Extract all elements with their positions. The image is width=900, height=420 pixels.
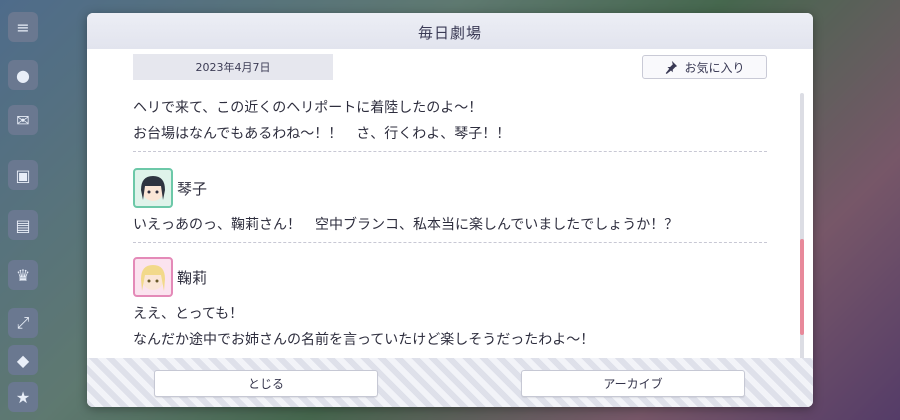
speaker-row: 鞠莉: [133, 257, 767, 297]
archive-button[interactable]: アーカイブ: [521, 370, 745, 397]
school-idol-icon: ★: [8, 382, 38, 412]
mail-icon: ✉: [8, 105, 38, 135]
dialog-header: 毎日劇場: [87, 13, 813, 49]
speaker-name: 鞠莉: [177, 268, 208, 287]
speaker-name: 琴子: [177, 179, 208, 198]
date-label: 2023年4月7日: [133, 54, 333, 80]
pin-icon: [666, 60, 678, 74]
dialogue-line: なんだか途中でお姉さんの名前を言っていたけど楽しそうだったわよ〜！: [133, 332, 595, 348]
favorite-button[interactable]: お気に入り: [642, 55, 767, 79]
dialogue-scroll-area[interactable]: ヘリで来て、この近くのヘリポートに着陸したのよ〜！ お台場はなんでもあるわね〜！…: [133, 85, 767, 367]
accessory-icon: ◆: [8, 345, 38, 375]
dialogue-line: ええ、とっても！: [133, 306, 244, 322]
background-right-panel: [800, 0, 900, 420]
scrollbar-thumb[interactable]: [800, 239, 804, 335]
speaker-row: 琴子: [133, 168, 767, 208]
dialogue-line: ヘリで来て、この近くのヘリポートに着陸したのよ〜！: [133, 100, 483, 116]
menu-icon: ≡: [8, 12, 38, 42]
expand-icon: ⤢: [8, 308, 38, 338]
chat-icon: ●: [8, 60, 38, 90]
trophy-icon: ♛: [8, 260, 38, 290]
scrollbar[interactable]: [800, 93, 804, 363]
close-button[interactable]: とじる: [154, 370, 378, 397]
character-portrait-icon: [141, 265, 165, 291]
background-left-menu: ≡ ● ✉ ▣ ▤ ♛ ⤢ ◆ ★: [0, 0, 48, 420]
dialogue-line: いえっあのっ、鞠莉さん！ 空中ブランコ、私本当に楽しんでいましたでしょうか！？: [133, 217, 679, 233]
gift-icon: ▣: [8, 160, 38, 190]
avatar: [133, 257, 173, 297]
character-portrait-icon: [141, 176, 165, 201]
daily-theater-dialog: 毎日劇場 2023年4月7日 お気に入り ヘリで来て、この近くのヘリポートに着陸…: [87, 13, 813, 407]
favorite-button-label: お気に入り: [684, 60, 745, 75]
dialogue-line: お台場はなんでもあるわね〜！！ さ、行くわよ、琴子！！: [133, 126, 511, 142]
screen-icon: ▤: [8, 210, 38, 240]
dialog-title: 毎日劇場: [417, 24, 482, 42]
avatar: [133, 168, 173, 208]
